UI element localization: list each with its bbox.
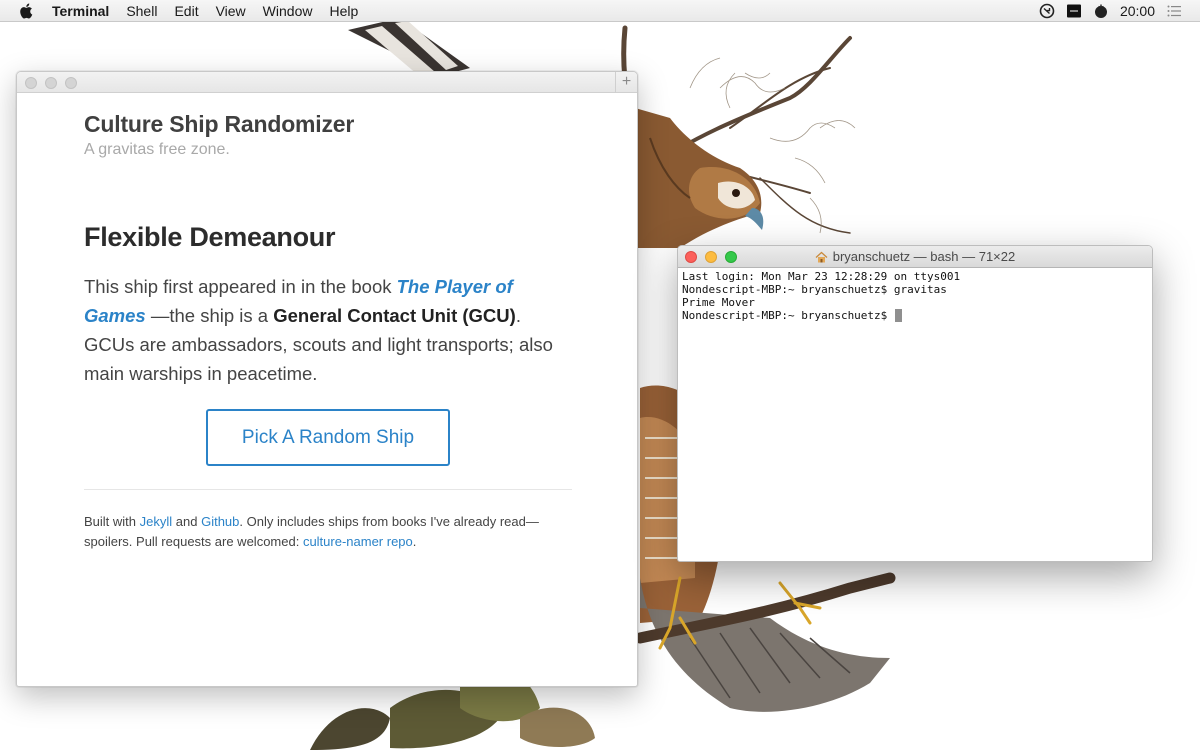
close-button[interactable]	[25, 77, 37, 89]
menu-bar: Terminal Shell Edit View Window Help 20:…	[0, 0, 1200, 22]
culture-namer-repo-link[interactable]: culture-namer repo	[303, 534, 413, 549]
menu-shell[interactable]: Shell	[126, 3, 157, 19]
sync-icon[interactable]	[1039, 3, 1055, 19]
desc-intro: This ship first appeared in in the book	[84, 276, 397, 297]
terminal-line-prompt: Nondescript-MBP:~ bryanschuetz$	[682, 309, 1148, 322]
footer-text-1: Built with	[84, 514, 140, 529]
terminal-close-button[interactable]	[685, 251, 697, 263]
terminal-window-controls	[685, 251, 737, 263]
footer-text: Built with Jekyll and Github. Only inclu…	[84, 512, 554, 552]
ship-name-heading: Flexible Demeanour	[84, 222, 336, 252]
jekyll-link[interactable]: Jekyll	[140, 514, 173, 529]
terminal-line-last-login: Last login: Mon Mar 23 12:28:29 on ttys0…	[682, 270, 961, 283]
menu-help[interactable]: Help	[329, 3, 358, 19]
home-folder-icon	[815, 251, 828, 262]
menu-window[interactable]: Window	[263, 3, 313, 19]
terminal-zoom-button[interactable]	[725, 251, 737, 263]
terminal-minimize-button[interactable]	[705, 251, 717, 263]
divider	[84, 489, 572, 490]
tomato-timer-icon[interactable]	[1093, 3, 1109, 19]
page-content: Culture Ship Randomizer A gravitas free …	[17, 93, 572, 552]
notification-list-icon[interactable]	[1166, 3, 1182, 19]
terminal-app-icon[interactable]	[1066, 3, 1082, 19]
zoom-button[interactable]	[65, 77, 77, 89]
ship-description: This ship first appeared in in the book …	[84, 272, 576, 388]
desc-mid: —the ship is a	[145, 305, 274, 326]
browser-window: + Culture Ship Randomizer A gravitas fre…	[16, 71, 638, 687]
menubar-clock[interactable]: 20:00	[1120, 3, 1155, 19]
site-title[interactable]: Culture Ship Randomizer	[84, 111, 572, 138]
terminal-window: bryanschuetz — bash — 71×22 Last login: …	[677, 245, 1153, 562]
menu-app-terminal[interactable]: Terminal	[52, 3, 109, 19]
browser-titlebar[interactable]: +	[17, 72, 637, 93]
footer-text-4: .	[412, 534, 417, 549]
status-area: 20:00	[1039, 3, 1182, 19]
terminal-titlebar[interactable]: bryanschuetz — bash — 71×22	[678, 246, 1152, 268]
site-tagline: A gravitas free zone.	[84, 141, 230, 158]
window-controls	[25, 77, 77, 89]
terminal-prompt-text: Nondescript-MBP:~ bryanschuetz$	[682, 309, 894, 322]
minimize-button[interactable]	[45, 77, 57, 89]
terminal-title: bryanschuetz — bash — 71×22	[815, 246, 1015, 267]
terminal-output[interactable]: Last login: Mon Mar 23 12:28:29 on ttys0…	[678, 268, 1152, 324]
footer-text-2: and	[172, 514, 202, 529]
apple-logo-icon[interactable]	[18, 2, 36, 20]
terminal-line-command: Nondescript-MBP:~ bryanschuetz$ gravitas	[682, 283, 947, 296]
menu-view[interactable]: View	[216, 3, 246, 19]
ship-class: General Contact Unit (GCU)	[273, 305, 516, 326]
terminal-title-text: bryanschuetz — bash — 71×22	[832, 249, 1016, 264]
pick-random-ship-button[interactable]: Pick A Random Ship	[206, 409, 450, 466]
menu-edit[interactable]: Edit	[174, 3, 198, 19]
terminal-line-output: Prime Mover	[682, 296, 755, 309]
terminal-cursor	[894, 309, 902, 322]
new-tab-button[interactable]: +	[615, 72, 637, 93]
github-link[interactable]: Github	[201, 514, 239, 529]
